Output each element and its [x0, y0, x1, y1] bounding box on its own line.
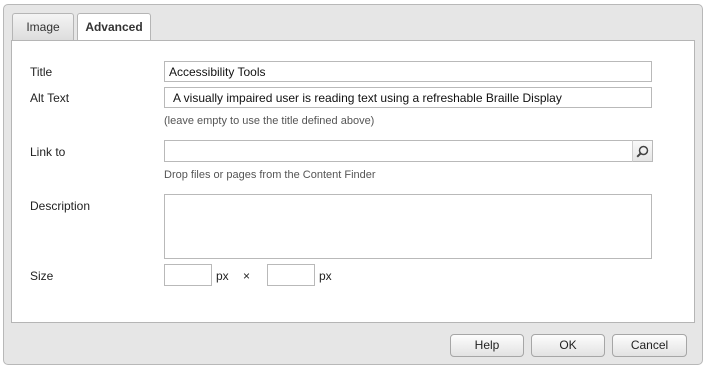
link-to-input[interactable]: [164, 140, 633, 162]
size-separator: ×: [243, 269, 251, 283]
size-label: Size: [30, 269, 54, 283]
search-icon: [636, 145, 649, 158]
link-to-label: Link to: [30, 145, 66, 159]
alt-text-label: Alt Text: [30, 91, 70, 105]
alt-text-input[interactable]: [164, 87, 652, 108]
width-unit: px: [216, 269, 229, 283]
cancel-button[interactable]: Cancel: [612, 334, 687, 357]
width-input[interactable]: [164, 264, 212, 286]
title-input[interactable]: [164, 61, 652, 82]
title-label: Title: [30, 65, 53, 79]
link-to-hint: Drop files or pages from the Content Fin…: [164, 169, 376, 181]
help-button[interactable]: Help: [450, 334, 524, 357]
ok-button[interactable]: OK: [531, 334, 605, 357]
tab-image[interactable]: Image: [12, 13, 74, 41]
browse-button[interactable]: [632, 140, 653, 162]
alt-text-hint: (leave empty to use the title defined ab…: [164, 115, 375, 127]
height-unit: px: [319, 269, 332, 283]
description-label: Description: [30, 199, 91, 213]
tab-bar: Image Advanced: [10, 13, 695, 42]
advanced-panel: [11, 40, 695, 323]
height-input[interactable]: [267, 264, 315, 286]
description-textarea[interactable]: [164, 194, 652, 259]
tab-advanced[interactable]: Advanced: [77, 13, 151, 42]
